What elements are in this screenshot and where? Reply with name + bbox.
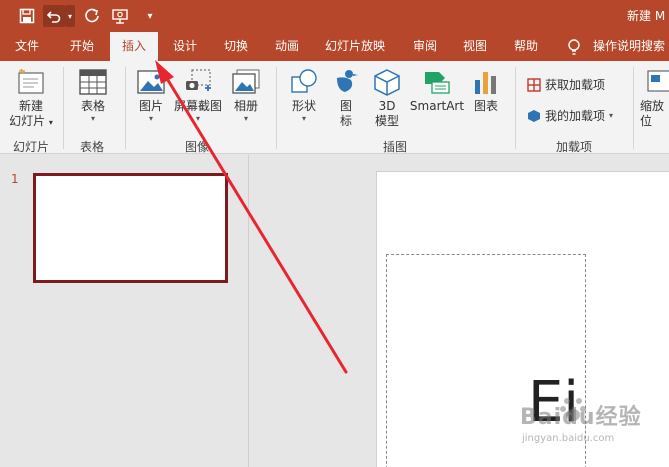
- zoom-button[interactable]: 缩放 位: [640, 68, 669, 129]
- new-slide-label-2: 幻灯片: [9, 114, 46, 128]
- screenshot-icon: [186, 69, 211, 91]
- document-title: 新建 M: [627, 9, 666, 23]
- group-separator: [63, 67, 64, 149]
- ribbon-insert: 新建 幻灯片 ▾ 幻灯片 表格 ▾ 表格 图片 ▾ 屏幕截图 ▾ 相册 ▾ 图像…: [0, 61, 669, 154]
- tell-me-search[interactable]: 操作说明搜索: [593, 32, 665, 61]
- smartart-label: SmartArt: [409, 99, 465, 113]
- store-icon: [527, 77, 541, 92]
- group-label-addins: 加载项: [556, 140, 593, 154]
- shapes-button[interactable]: 形状 ▾: [285, 68, 323, 124]
- zoom-label-2: 位: [640, 114, 653, 128]
- icons-label-1: 图: [339, 99, 352, 113]
- chart-button[interactable]: 图表: [470, 68, 502, 114]
- zoom-label-1: 缩放: [640, 99, 665, 113]
- my-addins-caret-icon: ▾: [609, 111, 614, 120]
- group-label-tables: 表格: [80, 140, 105, 154]
- new-slide-icon: [18, 68, 44, 94]
- tab-home[interactable]: 开始: [70, 32, 94, 61]
- photo-album-button[interactable]: 相册 ▾: [228, 68, 264, 124]
- watermark-url: jingyan.baidu.com: [522, 433, 615, 444]
- new-slide-caret-icon: ▾: [48, 118, 53, 127]
- table-button[interactable]: 表格 ▾: [72, 68, 114, 124]
- get-addins-label: 获取加载项: [545, 78, 606, 92]
- undo-dropdown-icon[interactable]: ▾: [65, 5, 75, 27]
- picture-button[interactable]: 图片 ▾: [133, 68, 169, 124]
- save-icon[interactable]: [16, 5, 38, 27]
- new-slide-button[interactable]: 新建 幻灯片 ▾: [8, 68, 54, 130]
- slide-number: 1: [11, 172, 19, 186]
- icons-button[interactable]: 图 标: [330, 68, 362, 129]
- slide-thumbnail-pane: 1: [0, 155, 249, 467]
- group-separator: [515, 67, 516, 149]
- group-label-illustrations: 插图: [383, 140, 408, 154]
- table-icon: [79, 69, 107, 95]
- photo-album-caret-icon: ▾: [243, 114, 248, 123]
- title-bar: ▾ ▾ 新建 M: [0, 0, 669, 32]
- customize-qat-icon[interactable]: ▾: [143, 5, 157, 27]
- 3d-models-label-2: 模型: [374, 114, 399, 128]
- tab-review[interactable]: 审阅: [413, 32, 437, 61]
- group-label-images: 图像: [185, 140, 210, 154]
- zoom-icon: [647, 70, 669, 92]
- presentation-icon[interactable]: [110, 5, 132, 27]
- 3d-cube-icon: [374, 69, 400, 96]
- tab-file[interactable]: 文件: [15, 32, 39, 61]
- screenshot-button[interactable]: 屏幕截图 ▾: [172, 68, 224, 124]
- chart-icon: [475, 72, 496, 94]
- tab-help[interactable]: 帮助: [514, 32, 538, 61]
- tab-animations[interactable]: 动画: [275, 32, 299, 61]
- shapes-icon: [291, 69, 317, 93]
- shapes-label: 形状: [291, 99, 316, 113]
- ribbon-tabs: 文件 开始 插入 设计 切换 动画 幻灯片放映 审阅 视图 帮助 操作说明搜索: [0, 32, 669, 61]
- photo-album-icon: [232, 69, 260, 94]
- table-caret-icon: ▾: [90, 114, 95, 123]
- my-addins-button[interactable]: 我的加载项 ▾: [527, 107, 613, 124]
- new-slide-label-1: 新建: [18, 99, 43, 113]
- screenshot-caret-icon: ▾: [195, 114, 200, 123]
- group-label-slides: 幻灯片: [13, 140, 50, 154]
- undo-icon[interactable]: [43, 5, 65, 27]
- shapes-caret-icon: ▾: [301, 114, 306, 123]
- icons-bird-icon: [337, 70, 358, 92]
- slide-thumbnail[interactable]: [33, 173, 228, 283]
- watermark-text: Baidu经验: [520, 405, 642, 430]
- 3d-models-button[interactable]: 3D 模型: [370, 68, 404, 129]
- 3d-models-label-1: 3D: [378, 99, 396, 113]
- chart-label: 图表: [473, 99, 498, 113]
- lightbulb-icon: [568, 39, 580, 55]
- group-separator: [125, 67, 126, 149]
- table-label: 表格: [80, 99, 105, 113]
- picture-label: 图片: [138, 99, 163, 113]
- picture-icon: [137, 70, 165, 94]
- tab-design[interactable]: 设计: [173, 32, 197, 61]
- tab-slideshow[interactable]: 幻灯片放映: [325, 32, 385, 61]
- group-separator: [633, 67, 634, 149]
- tab-transitions[interactable]: 切换: [224, 32, 248, 61]
- tab-view[interactable]: 视图: [463, 32, 487, 61]
- icons-label-2: 标: [339, 114, 352, 128]
- get-addins-button[interactable]: 获取加载项: [527, 76, 605, 93]
- picture-caret-icon: ▾: [148, 114, 153, 123]
- watermark: Baidu经验 jingyan.baidu.com: [512, 393, 667, 463]
- my-addins-label: 我的加载项: [545, 109, 606, 123]
- smartart-icon: [425, 72, 450, 94]
- redo-icon[interactable]: [82, 5, 102, 27]
- group-separator: [276, 67, 277, 149]
- tab-insert[interactable]: 插入: [110, 32, 159, 61]
- smartart-button[interactable]: SmartArt: [408, 68, 466, 114]
- screenshot-label: 屏幕截图: [173, 99, 222, 113]
- photo-album-label: 相册: [233, 99, 258, 113]
- my-addins-icon: [528, 109, 540, 122]
